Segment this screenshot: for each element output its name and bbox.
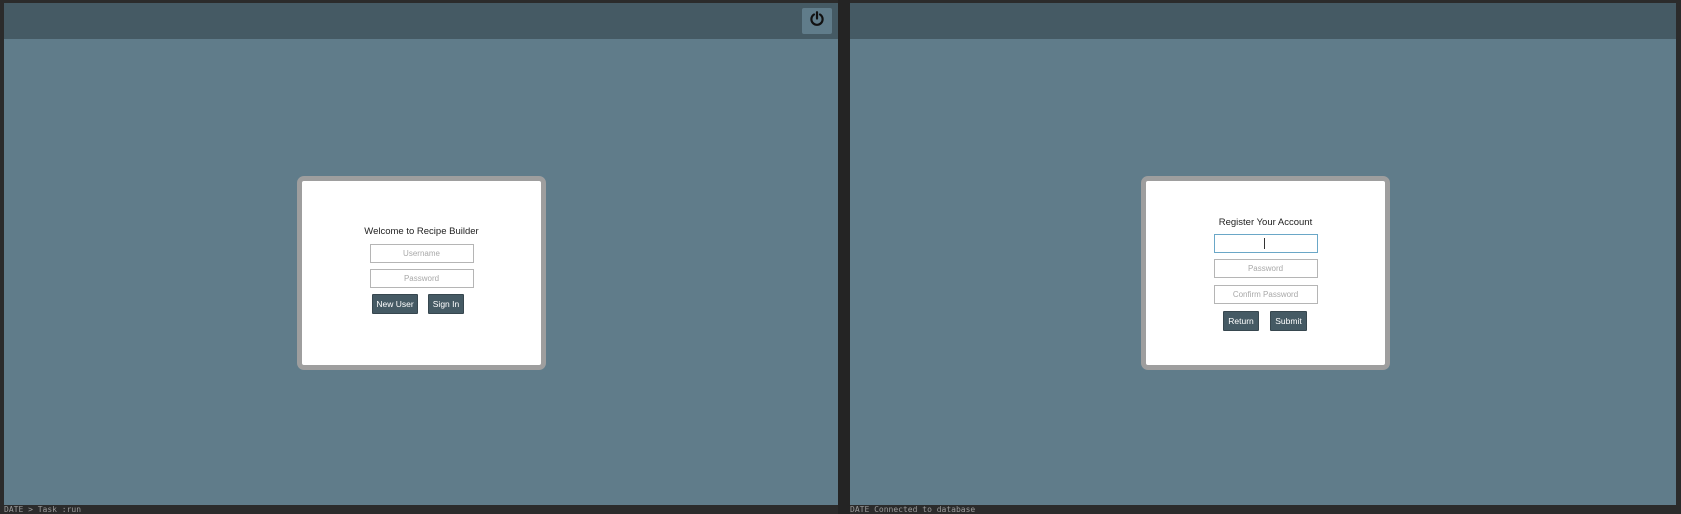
username-input[interactable] [369, 244, 474, 263]
confirm-password-input[interactable] [1213, 285, 1318, 304]
submit-button[interactable]: Submit [1270, 311, 1307, 331]
new-user-button[interactable]: New User [372, 294, 418, 314]
password-input[interactable] [369, 269, 474, 288]
register-username-input[interactable] [1213, 234, 1318, 253]
login-window: Welcome to Recipe Builder New User Sign … [4, 3, 838, 505]
register-card: Register Your Account Return Submit [1141, 176, 1390, 370]
login-card: Welcome to Recipe Builder New User Sign … [297, 176, 546, 370]
return-button[interactable]: Return [1223, 311, 1259, 331]
power-button[interactable] [802, 8, 832, 34]
titlebar [4, 3, 838, 39]
console-status-left: DATE > Task :run [4, 505, 82, 514]
window-divider [838, 0, 850, 514]
register-title: Register Your Account [1218, 217, 1313, 228]
sign-in-button[interactable]: Sign In [428, 294, 464, 314]
register-password-input[interactable] [1213, 259, 1318, 278]
username-field-wrapper [1146, 234, 1385, 253]
register-window: Register Your Account Return Submit [850, 3, 1676, 505]
text-caret [1263, 238, 1265, 249]
login-title: Welcome to Recipe Builder [364, 226, 479, 237]
power-icon [809, 11, 825, 31]
titlebar [850, 3, 1676, 39]
console-status-right: DATE Connected to database [850, 505, 976, 514]
